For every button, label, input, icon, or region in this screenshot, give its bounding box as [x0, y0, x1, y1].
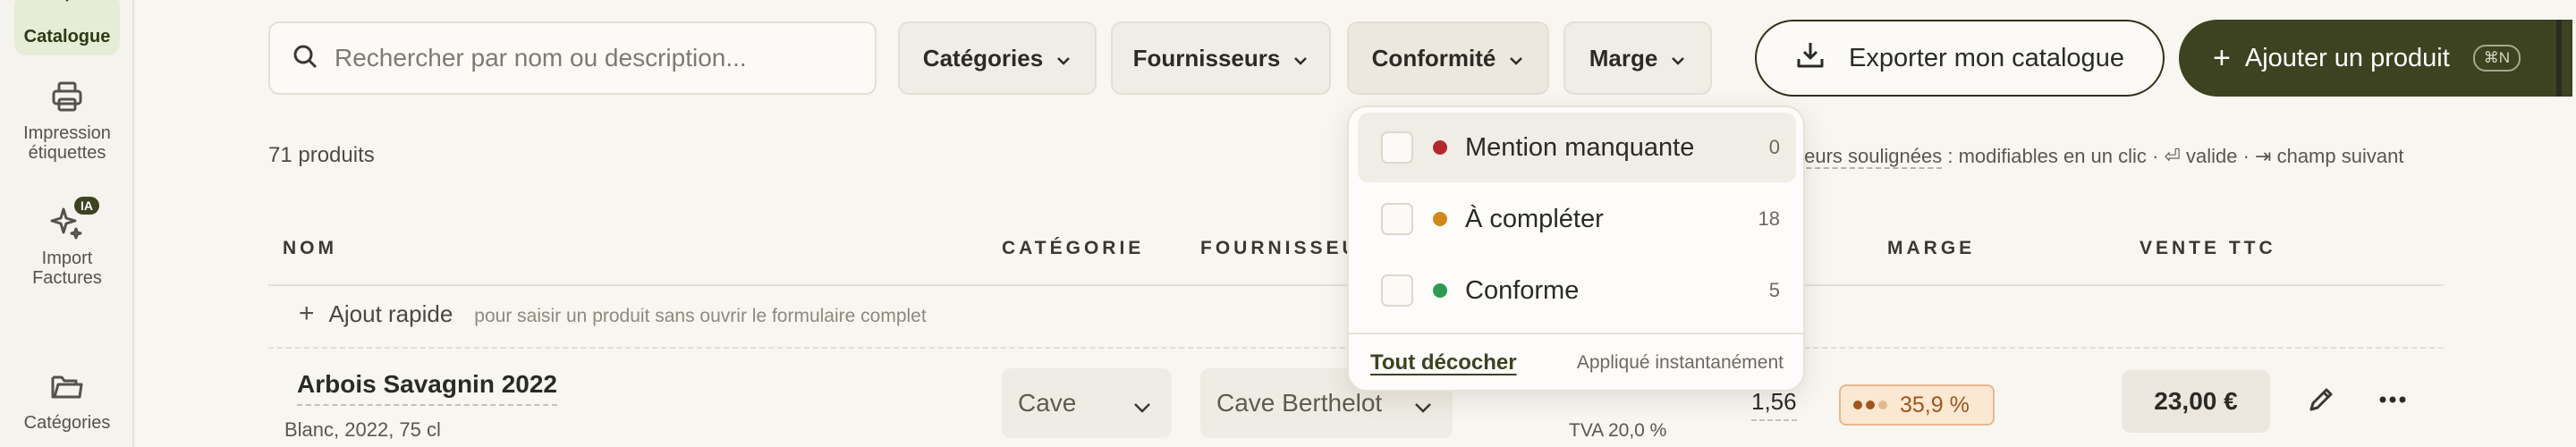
- edit-pencil-icon[interactable]: [2306, 384, 2336, 419]
- filter-categories-button[interactable]: Catégories: [898, 21, 1097, 95]
- plus-icon: +: [299, 299, 315, 328]
- option-label: Mention manquante: [1465, 132, 1695, 162]
- product-count: 71 produits: [268, 143, 375, 167]
- add-label: Ajouter un produit: [2244, 43, 2450, 72]
- sidebar-item-catalogue[interactable]: Catalogue: [14, 0, 120, 55]
- sidebar: Catalogue Impression étiquettes IA Impor…: [0, 0, 134, 447]
- add-product-button[interactable]: + Ajouter un produit ⌘N: [2179, 20, 2572, 97]
- conformity-option-conforme[interactable]: Conforme 5: [1358, 256, 1796, 325]
- chevron-down-icon: [1292, 45, 1309, 72]
- sidebar-item-impression-etiquettes[interactable]: Impression étiquettes: [14, 77, 120, 163]
- quick-add-row[interactable]: + Ajout rapide pour saisir un produit sa…: [299, 299, 927, 329]
- ia-badge: IA: [74, 197, 99, 215]
- export-label: Exporter mon catalogue: [1849, 43, 2124, 72]
- dropdown-divider: [1349, 333, 1803, 334]
- printer-icon: [47, 77, 87, 116]
- conformity-option-mention-manquante[interactable]: Mention manquante 0: [1358, 113, 1796, 182]
- applied-note: Appliqué instantanément: [1576, 352, 1784, 373]
- shortcut-badge: ⌘N: [2472, 45, 2521, 72]
- search-field[interactable]: [268, 21, 877, 95]
- chevron-down-icon: [1413, 392, 1433, 420]
- more-options-icon[interactable]: [2377, 386, 2408, 417]
- margin-badge: 35,9 %: [1839, 384, 1995, 426]
- chevron-down-icon: [1132, 392, 1152, 420]
- column-header-marge[interactable]: MARGE: [1887, 238, 1975, 259]
- column-header-nom[interactable]: NOM: [283, 238, 337, 259]
- sparkle-icon: IA: [47, 197, 99, 241]
- quick-add-label: Ajout rapide: [328, 300, 453, 327]
- tva-label: TVA 20,0 %: [1569, 420, 1667, 441]
- filter-label: Conformité: [1371, 44, 1496, 72]
- checkbox[interactable]: [1381, 131, 1413, 164]
- sidebar-item-categories[interactable]: Catégories: [14, 367, 120, 433]
- scroll-edge: [2556, 20, 2562, 97]
- sidebar-item-label: Import Factures: [32, 249, 102, 288]
- filter-conformite-button[interactable]: Conformité: [1347, 21, 1549, 95]
- folder-icon: [47, 367, 87, 406]
- clear-all-link[interactable]: Tout décocher: [1370, 350, 1517, 375]
- status-dot: [1433, 212, 1447, 226]
- margin-value: 35,9 %: [1900, 392, 1970, 417]
- conformity-dropdown: Mention manquante 0 À compléter 18 Confo…: [1347, 105, 1805, 392]
- supplier-value: Cave Berthelot: [1216, 389, 1383, 417]
- hint-rest: : modifiables en un clic · ⏎ valide · ⇥ …: [1942, 145, 2404, 167]
- product-subtitle: Blanc, 2022, 75 cl: [284, 418, 441, 441]
- option-label: Conforme: [1465, 275, 1580, 305]
- quick-add-hint: pour saisir un produit sans ouvrir le fo…: [474, 306, 927, 326]
- product-name[interactable]: Arbois Savagnin 2022: [297, 370, 558, 406]
- chevron-down-icon: [1508, 45, 1524, 72]
- margin-level-dots: [1853, 401, 1887, 409]
- hint-underlined: aleurs soulignées: [1789, 145, 1943, 169]
- sidebar-item-import-factures[interactable]: IA Import Factures: [14, 197, 120, 288]
- cost-value[interactable]: 1,56: [1751, 388, 1797, 421]
- plus-icon: +: [2213, 41, 2231, 75]
- filter-label: Catégories: [922, 44, 1044, 72]
- sidebar-item-label: Impression étiquettes: [23, 123, 111, 163]
- conformity-option-a-completer[interactable]: À compléter 18: [1358, 184, 1796, 254]
- search-icon: [292, 43, 318, 74]
- sale-price[interactable]: 23,00 €: [2122, 370, 2270, 433]
- column-header-vente-ttc[interactable]: VENTE TTC: [2140, 238, 2276, 259]
- filter-fournisseurs-button[interactable]: Fournisseurs: [1111, 21, 1331, 95]
- sidebar-item-label: Catalogue: [23, 27, 111, 46]
- filter-label: Marge: [1589, 44, 1658, 72]
- option-count: 0: [1768, 136, 1780, 158]
- option-label: À compléter: [1465, 204, 1604, 233]
- column-header-categorie[interactable]: CATÉGORIE: [1002, 238, 1144, 259]
- category-select[interactable]: Cave: [1002, 368, 1172, 438]
- download-icon: [1795, 39, 1826, 77]
- edit-hint: aleurs soulignées : modifiables en un cl…: [1789, 145, 2404, 169]
- filter-marge-button[interactable]: Marge: [1563, 21, 1712, 95]
- checkbox[interactable]: [1381, 203, 1413, 235]
- filter-label: Fournisseurs: [1132, 44, 1281, 72]
- option-count: 5: [1768, 279, 1780, 301]
- option-count: 18: [1758, 207, 1780, 230]
- catalogue-icon: [54, 0, 80, 7]
- chevron-down-icon: [1055, 45, 1072, 72]
- chevron-down-icon: [1670, 45, 1686, 72]
- category-value: Cave: [1018, 389, 1077, 417]
- column-header-fournisseur[interactable]: FOURNISSEU: [1200, 238, 1360, 259]
- checkbox[interactable]: [1381, 274, 1413, 307]
- status-dot: [1433, 140, 1447, 155]
- sidebar-item-label: Catégories: [23, 413, 111, 433]
- status-dot: [1433, 283, 1447, 298]
- export-catalogue-button[interactable]: Exporter mon catalogue: [1755, 20, 2165, 97]
- search-input[interactable]: [335, 44, 835, 72]
